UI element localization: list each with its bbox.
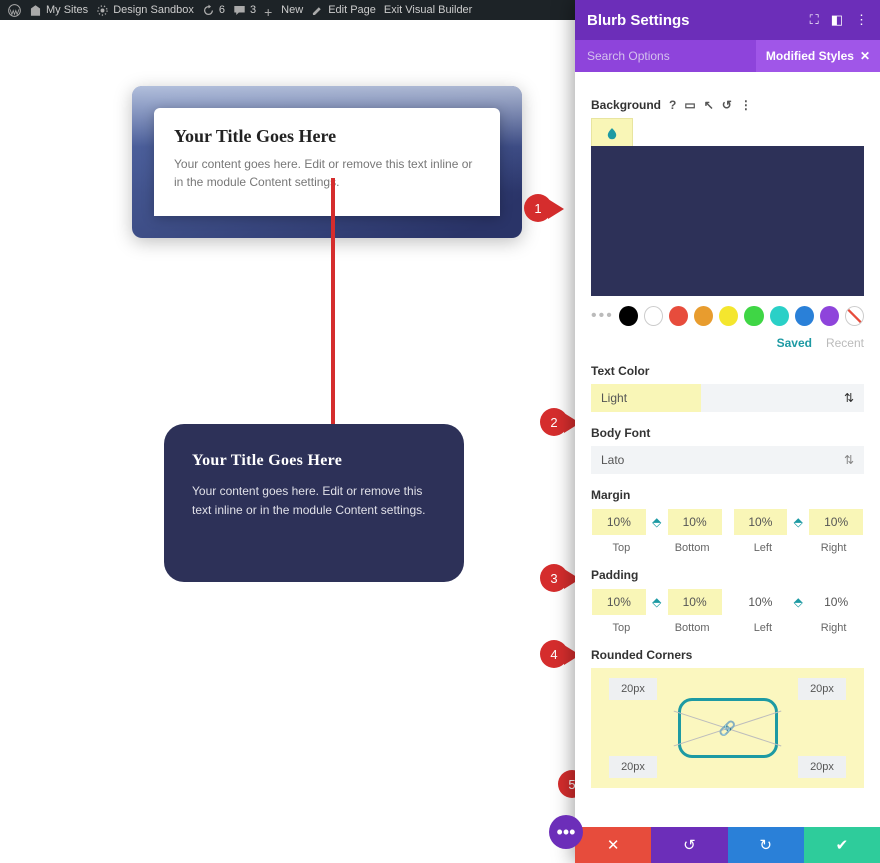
padding-bottom-input[interactable]: 10%	[668, 589, 722, 615]
blurb-after-title[interactable]: Your Title Goes Here	[192, 452, 436, 470]
edit-page-link[interactable]: Edit Page	[311, 4, 376, 17]
padding-top-input[interactable]: 10%	[592, 589, 646, 615]
comments-link[interactable]: 3	[233, 4, 256, 17]
page-canvas: Your Title Goes Here Your content goes h…	[0, 20, 575, 863]
swatch-blue[interactable]	[795, 306, 814, 326]
label-body-font: Body Font	[591, 426, 864, 440]
label-rounded-corners: Rounded Corners	[591, 648, 864, 662]
corner-tr-input[interactable]: 20px	[798, 678, 846, 700]
link-icon[interactable]: ⬘	[646, 589, 668, 615]
padding-left-input[interactable]: 10%	[734, 589, 788, 615]
link-icon[interactable]: ⬘	[646, 509, 668, 535]
panel-title: Blurb Settings	[587, 12, 690, 29]
panel-action-bar: ••• ✕ ↺ ↻ ✔	[575, 827, 880, 863]
swatch-none[interactable]	[845, 306, 864, 326]
chevron-updown-icon: ⇅	[834, 391, 864, 405]
save-button[interactable]: ✔	[804, 827, 880, 863]
tab-recent-colors[interactable]: Recent	[826, 336, 864, 350]
blurb-after-text[interactable]: Your content goes here. Edit or remove t…	[192, 482, 436, 520]
cancel-button[interactable]: ✕	[575, 827, 651, 863]
swatch-red[interactable]	[669, 306, 688, 326]
swatch-green[interactable]	[744, 306, 763, 326]
label-text-color: Text Color	[591, 364, 864, 378]
margin-bottom-input[interactable]: 10%	[668, 509, 722, 535]
annotation-arrow	[327, 178, 338, 438]
swatch-white[interactable]	[644, 306, 663, 326]
panel-body: Background ? ▭ ↖ ↺ ⋮ •••	[575, 72, 880, 827]
bg-color-tab[interactable]	[591, 118, 633, 146]
text-color-select[interactable]: Light ⇅	[591, 384, 864, 412]
dock-icon[interactable]: ◧	[831, 12, 843, 28]
kebab-icon[interactable]: ⋮	[855, 12, 868, 28]
help-icon[interactable]: ?	[669, 98, 676, 112]
padding-right-input[interactable]: 10%	[809, 589, 863, 615]
link-icon[interactable]: 🔗	[718, 718, 738, 738]
palette-more-icon[interactable]: •••	[591, 307, 613, 325]
padding-inputs: 10%⬘10% 10%⬘10%	[591, 588, 864, 616]
label-padding: Padding	[591, 568, 864, 582]
swatch-black[interactable]	[619, 306, 638, 326]
corner-bl-input[interactable]: 20px	[609, 756, 657, 778]
link-icon[interactable]: ⬘	[787, 509, 809, 535]
tab-modified-styles[interactable]: Modified Styles✕	[756, 40, 880, 72]
reset-icon[interactable]: ↺	[722, 98, 732, 112]
label-background: Background ? ▭ ↖ ↺ ⋮	[591, 98, 864, 112]
kebab-icon[interactable]: ⋮	[740, 98, 752, 112]
swatch-teal[interactable]	[770, 306, 789, 326]
corner-br-input[interactable]: 20px	[798, 756, 846, 778]
margin-right-input[interactable]: 10%	[809, 509, 863, 535]
corner-tl-input[interactable]: 20px	[609, 678, 657, 700]
updates-link[interactable]: 6	[202, 4, 225, 17]
panel-tabs: Search Options Modified Styles✕	[575, 40, 880, 72]
chevron-updown-icon: ⇅	[844, 453, 854, 467]
margin-top-input[interactable]: 10%	[592, 509, 646, 535]
rounded-corners-editor: 20px 20px 20px 20px 🔗	[591, 668, 864, 788]
label-margin: Margin	[591, 488, 864, 502]
my-sites-link[interactable]: My Sites	[29, 4, 88, 17]
margin-inputs: 10%⬘10% 10%⬘10%	[591, 508, 864, 536]
link-icon[interactable]: ⬘	[787, 589, 809, 615]
body-font-select[interactable]: Lato ⇅	[591, 446, 864, 474]
expand-icon[interactable]: ⛶	[810, 12, 819, 28]
wp-logo[interactable]	[8, 4, 21, 17]
exit-vb-link[interactable]: Exit Visual Builder	[384, 4, 472, 16]
close-icon[interactable]: ✕	[860, 49, 870, 63]
hover-icon[interactable]: ↖	[704, 98, 714, 112]
bg-color-preview[interactable]	[591, 146, 864, 296]
tab-saved-colors[interactable]: Saved	[777, 336, 812, 350]
blurb-after[interactable]: Your Title Goes Here Your content goes h…	[164, 424, 464, 582]
swatch-purple[interactable]	[820, 306, 839, 326]
new-link[interactable]: +New	[264, 4, 303, 17]
callout-1: 1	[524, 194, 570, 224]
panel-header: Blurb Settings ⛶ ◧ ⋮	[575, 0, 880, 40]
margin-left-input[interactable]: 10%	[734, 509, 788, 535]
responsive-icon[interactable]: ▭	[684, 98, 695, 112]
blurb-before-title[interactable]: Your Title Goes Here	[174, 126, 480, 147]
redo-button[interactable]: ↻	[728, 827, 804, 863]
swatch-orange[interactable]	[694, 306, 713, 326]
site-name-link[interactable]: Design Sandbox	[96, 4, 194, 17]
settings-panel: Blurb Settings ⛶ ◧ ⋮ Search Options Modi…	[575, 0, 880, 863]
undo-button[interactable]: ↺	[651, 827, 727, 863]
swatch-yellow[interactable]	[719, 306, 738, 326]
color-palette: •••	[591, 306, 864, 326]
search-options-input[interactable]: Search Options	[575, 40, 756, 72]
more-actions-button[interactable]: •••	[549, 815, 583, 849]
